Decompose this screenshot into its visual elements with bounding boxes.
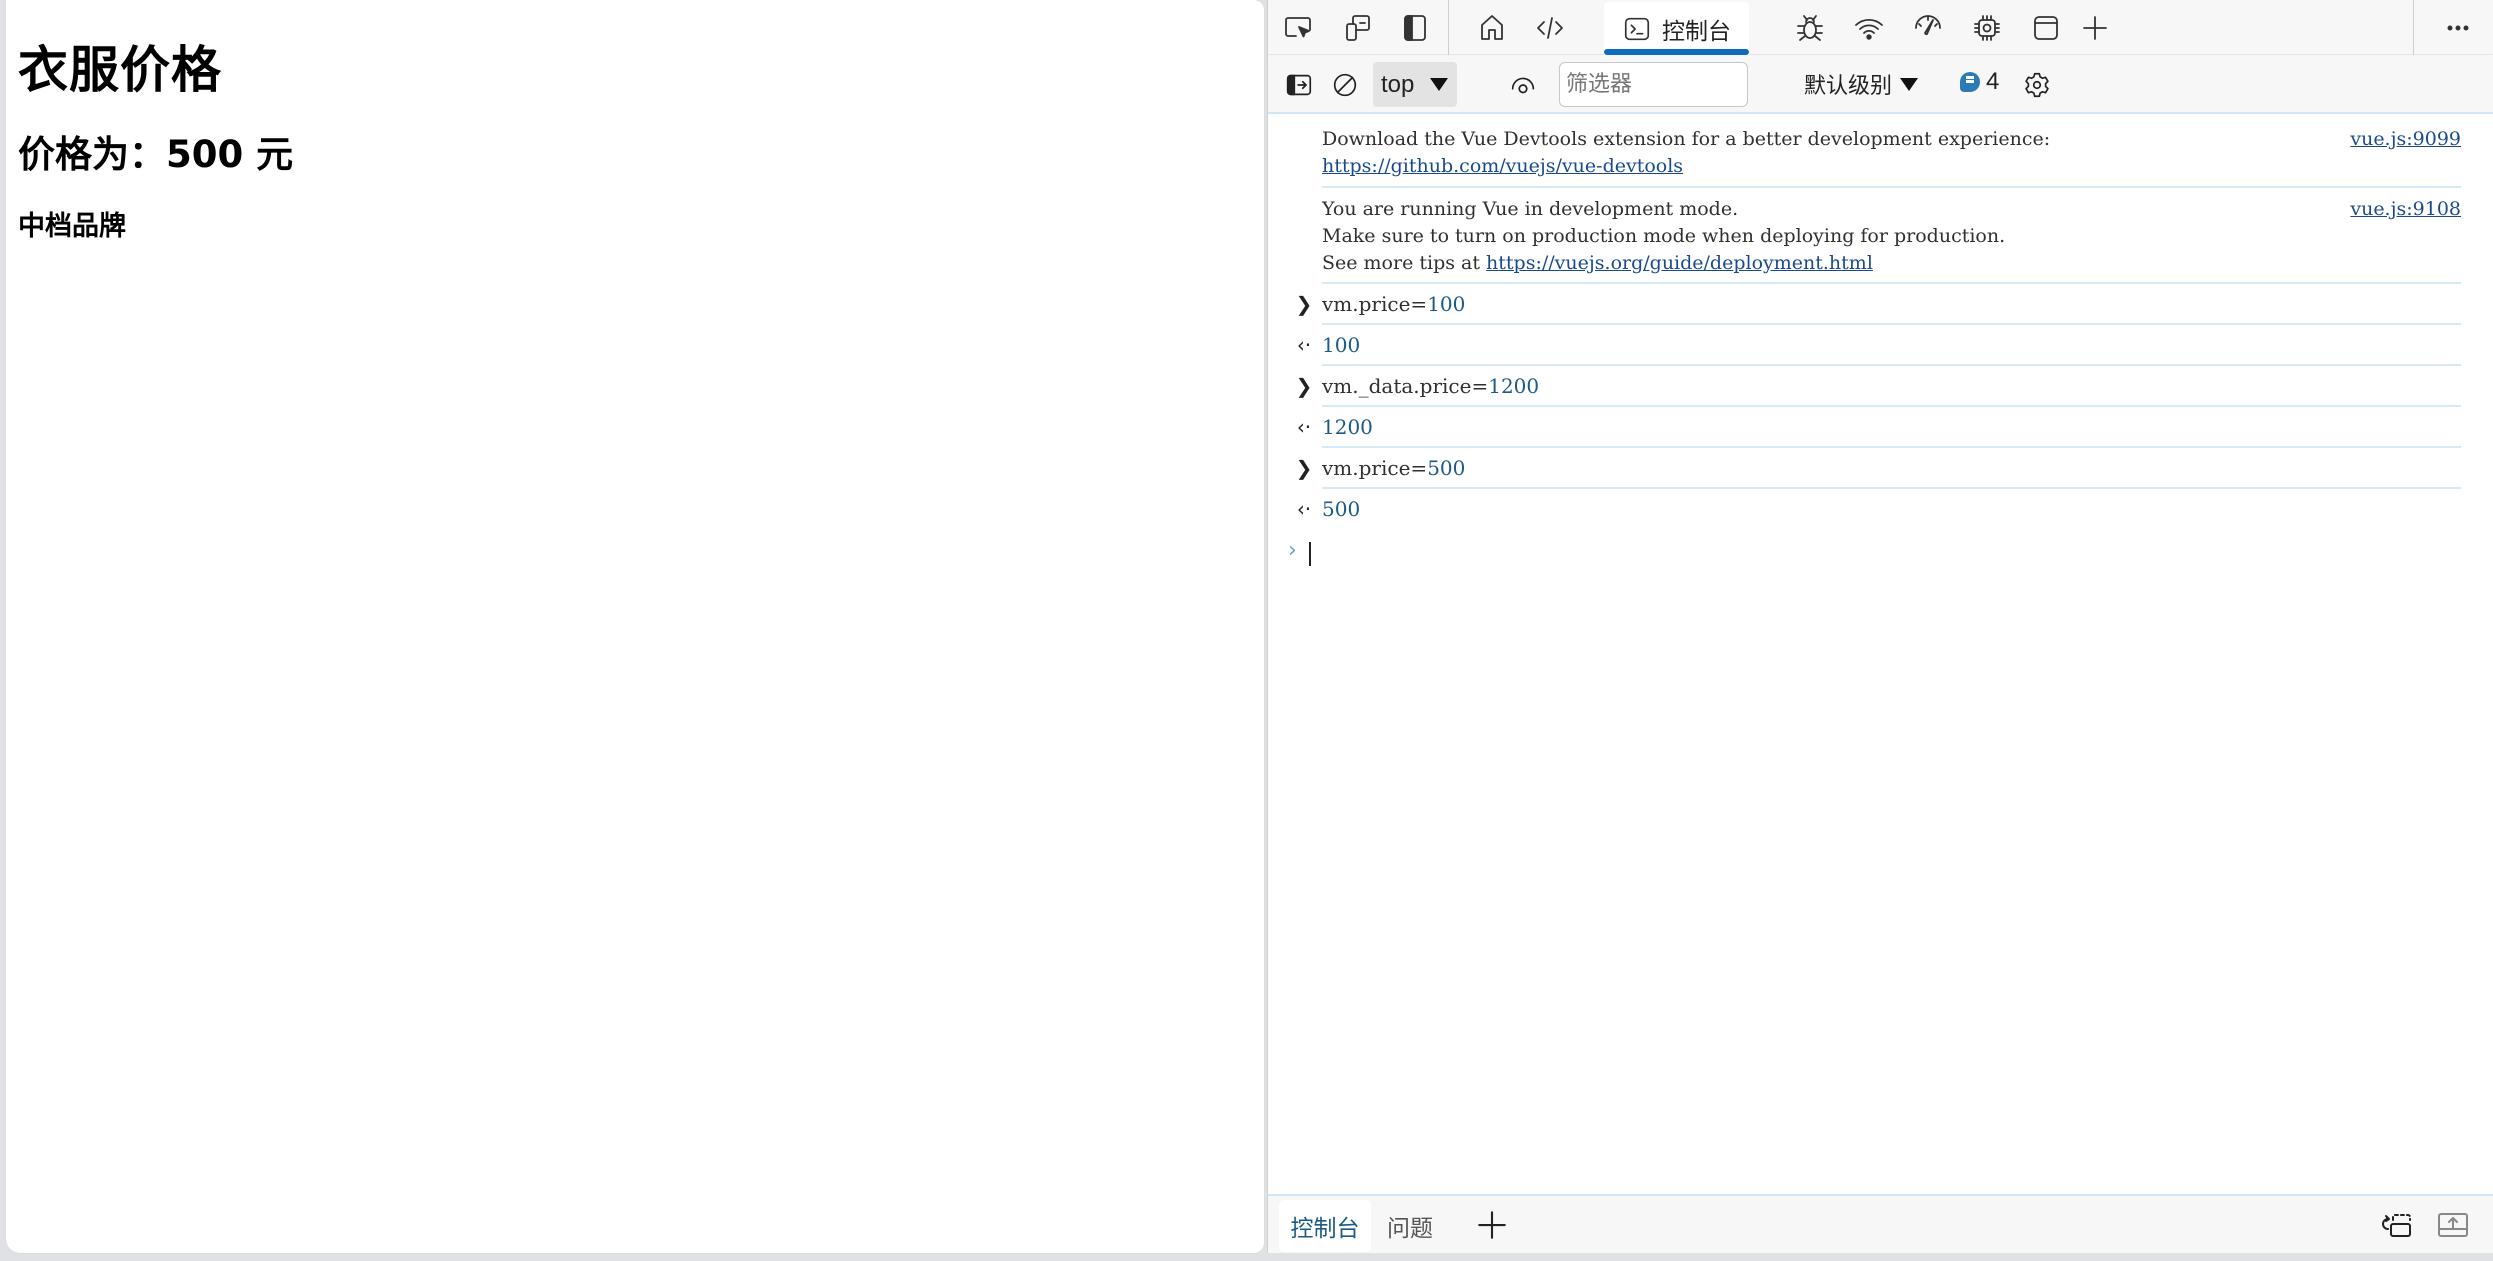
- dock-side-icon[interactable]: [1395, 8, 1435, 48]
- log-level-selector[interactable]: 默认级别: [1804, 68, 1919, 100]
- result-value: 1200: [1322, 415, 1373, 439]
- console-output: Download the Vue Devtools extension for …: [1268, 116, 2493, 1194]
- context-value: top: [1381, 70, 1415, 98]
- wifi-icon[interactable]: [1849, 8, 1889, 48]
- console-settings-gear-icon[interactable]: [2018, 66, 2056, 104]
- chevron-right-icon: ❯: [1295, 374, 1313, 398]
- page-title: 衣服价格: [18, 41, 222, 99]
- toolbar-divider: [2413, 0, 2414, 55]
- toolbar-divider: [1448, 0, 1449, 55]
- result-arrow-icon: ‹·: [1296, 415, 1312, 439]
- dock-drawer-icon[interactable]: [2380, 1210, 2414, 1240]
- context-selector[interactable]: top: [1373, 62, 1457, 107]
- code-icon[interactable]: [1530, 8, 1570, 48]
- message-link[interactable]: https://github.com/vuejs/vue-devtools: [1322, 155, 1683, 177]
- plus-icon[interactable]: [2075, 8, 2115, 48]
- prompt-chevron-icon: ›: [1288, 538, 1297, 563]
- message-link[interactable]: https://vuejs.org/guide/deployment.html: [1486, 252, 1873, 274]
- input-code: vm.price=: [1322, 456, 1428, 480]
- filter-input[interactable]: [1559, 62, 1748, 107]
- collapse-drawer-icon[interactable]: [2436, 1210, 2470, 1240]
- input-code: vm.price=: [1322, 292, 1428, 316]
- message-text: See more tips at: [1322, 252, 1487, 274]
- inspect-element-icon[interactable]: [1278, 8, 1318, 48]
- devtools-panel: 控制台 top 筛选器 默认级别 4 Download the Vue Devt…: [1267, 0, 2493, 1253]
- console-result-row: ‹· 1200: [1297, 407, 2461, 448]
- brand-level-text: 中档品牌: [18, 211, 126, 242]
- console-result-row: ‹· 100: [1297, 325, 2461, 366]
- result-value: 100: [1322, 333, 1361, 357]
- message-bubble-icon: [1960, 72, 1980, 92]
- console-message: Download the Vue Devtools extension for …: [1322, 126, 2461, 188]
- result-arrow-icon: ‹·: [1296, 333, 1312, 357]
- drawer-tab-issues[interactable]: 问题: [1380, 1200, 1440, 1252]
- chevron-down-icon: [1430, 78, 1449, 91]
- chevron-down-icon: [1900, 77, 1919, 91]
- console-input-row[interactable]: ❯ vm._data.price=1200: [1296, 366, 2461, 407]
- tab-console-label: 控制台: [1662, 18, 1731, 45]
- add-drawer-tab-plus-icon[interactable]: [1475, 1208, 1509, 1242]
- result-value: 500: [1322, 497, 1361, 521]
- window-icon[interactable]: [2026, 8, 2066, 48]
- devtools-tab-bar: 控制台: [1268, 0, 2493, 55]
- device-emulation-icon[interactable]: [1338, 8, 1378, 48]
- message-text: Download the Vue Devtools extension for …: [1322, 128, 2051, 150]
- message-text: You are running Vue in development mode.: [1322, 198, 1739, 220]
- more-icon[interactable]: [2438, 8, 2478, 48]
- console-icon: [1624, 17, 1650, 40]
- gauge-icon[interactable]: [1908, 8, 1948, 48]
- message-text: Make sure to turn on production mode whe…: [1322, 225, 2006, 247]
- console-message: You are running Vue in development mode.…: [1322, 196, 2461, 284]
- price-text: 价格为：500 元: [18, 133, 294, 176]
- chevron-right-icon: ❯: [1295, 456, 1313, 480]
- result-arrow-icon: ‹·: [1296, 497, 1312, 521]
- source-link[interactable]: vue.js:9108: [2350, 196, 2461, 223]
- input-value: 500: [1427, 456, 1466, 480]
- clear-console-icon[interactable]: [1326, 66, 1364, 104]
- message-count-badge[interactable]: 4: [1960, 68, 1999, 96]
- input-code: vm._data.price=: [1322, 374, 1489, 398]
- live-expression-eye-icon[interactable]: [1504, 66, 1542, 104]
- input-value: 1200: [1488, 374, 1540, 398]
- message-count: 4: [1986, 68, 2000, 95]
- tab-console[interactable]: 控制台: [1604, 2, 1749, 55]
- console-result-row: ‹· 500: [1297, 489, 2461, 530]
- home-icon[interactable]: [1472, 8, 1512, 48]
- drawer-tab-console[interactable]: 控制台: [1279, 1200, 1371, 1252]
- console-prompt-input[interactable]: [1309, 542, 1311, 566]
- bug-icon[interactable]: [1790, 8, 1830, 48]
- chip-icon[interactable]: [1967, 8, 2007, 48]
- console-toolbar: top 默认级别 4: [1268, 56, 2493, 114]
- source-link[interactable]: vue.js:9099: [2350, 126, 2461, 153]
- show-sidebar-icon[interactable]: [1280, 66, 1318, 104]
- log-level-value: 默认级别: [1804, 74, 1893, 99]
- input-value: 100: [1427, 292, 1466, 316]
- active-tab-indicator: [1604, 49, 1749, 55]
- page-viewport: 衣服价格 价格为：500 元 中档品牌: [6, 0, 1264, 1253]
- console-input-row[interactable]: ❯ vm.price=500: [1296, 448, 2461, 489]
- console-input-row[interactable]: ❯ vm.price=100: [1296, 284, 2461, 325]
- drawer-tab-bar: 控制台 问题: [1268, 1194, 2493, 1253]
- chevron-right-icon: ❯: [1295, 292, 1313, 316]
